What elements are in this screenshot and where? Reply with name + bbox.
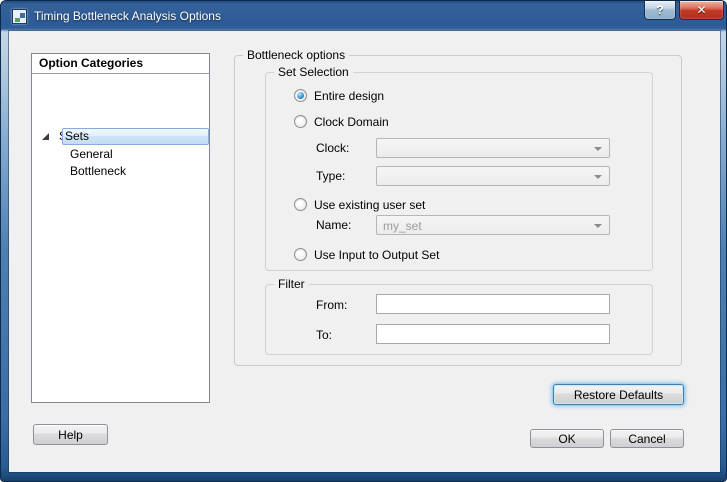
help-button[interactable]: Help — [33, 424, 108, 445]
sidebar-item-sets[interactable]: Sets — [62, 128, 209, 145]
radio-entire-design[interactable] — [294, 89, 307, 102]
cancel-button[interactable]: Cancel — [610, 429, 684, 448]
radio-use-input-to-output-set-label[interactable]: Use Input to Output Set — [314, 248, 439, 262]
to-input[interactable] — [376, 324, 610, 344]
window-title: Timing Bottleneck Analysis Options — [34, 1, 221, 31]
bottleneck-options-group: Bottleneck options Set Selection Entire … — [234, 55, 682, 366]
radio-clock-domain-label[interactable]: Clock Domain — [314, 115, 389, 129]
filter-label: Filter — [274, 277, 309, 292]
type-label: Type: — [316, 169, 345, 183]
radio-use-input-to-output-set[interactable] — [294, 248, 307, 261]
chevron-down-icon — [594, 175, 602, 179]
chevron-down-icon — [594, 224, 602, 228]
radio-use-existing-user-set-label[interactable]: Use existing user set — [314, 198, 425, 212]
name-combobox-value: my_set — [383, 219, 422, 233]
close-icon: ✕ — [696, 3, 706, 17]
title-bar[interactable]: Timing Bottleneck Analysis Options ? ✕ — [1, 1, 726, 32]
type-combobox[interactable] — [376, 166, 610, 186]
bottleneck-options-label: Bottleneck options — [243, 48, 349, 63]
titlebar-help-button[interactable]: ? — [644, 1, 676, 20]
sidebar-item-general[interactable]: General — [70, 146, 113, 163]
option-categories-panel: Option Categories Select a category: Gen… — [31, 53, 210, 403]
set-selection-group: Set Selection Entire design Clock Domain… — [265, 72, 653, 271]
radio-entire-design-label[interactable]: Entire design — [314, 89, 384, 103]
restore-defaults-button[interactable]: Restore Defaults — [553, 384, 684, 405]
from-input[interactable] — [376, 294, 610, 314]
name-label: Name: — [316, 218, 351, 232]
sidebar-item-bottleneck[interactable]: Bottleneck — [70, 163, 126, 180]
chevron-down-icon — [594, 147, 602, 151]
ok-button[interactable]: OK — [530, 429, 604, 448]
clock-label: Clock: — [316, 141, 349, 155]
name-combobox[interactable]: my_set — [376, 215, 610, 235]
clock-combobox[interactable] — [376, 138, 610, 158]
option-categories-header: Option Categories — [32, 54, 209, 74]
tree-expanded-icon — [42, 133, 49, 140]
titlebar-close-button[interactable]: ✕ — [679, 1, 724, 20]
set-selection-label: Set Selection — [274, 65, 353, 80]
filter-group: Filter From: To: — [265, 284, 653, 355]
question-icon: ? — [656, 3, 663, 17]
radio-clock-domain[interactable] — [294, 115, 307, 128]
from-label: From: — [316, 298, 347, 312]
dialog-body: Option Categories Select a category: Gen… — [9, 31, 720, 472]
radio-use-existing-user-set[interactable] — [294, 198, 307, 211]
app-icon — [12, 9, 27, 24]
to-label: To: — [316, 328, 332, 342]
dialog-window: Timing Bottleneck Analysis Options ? ✕ O… — [0, 0, 727, 482]
